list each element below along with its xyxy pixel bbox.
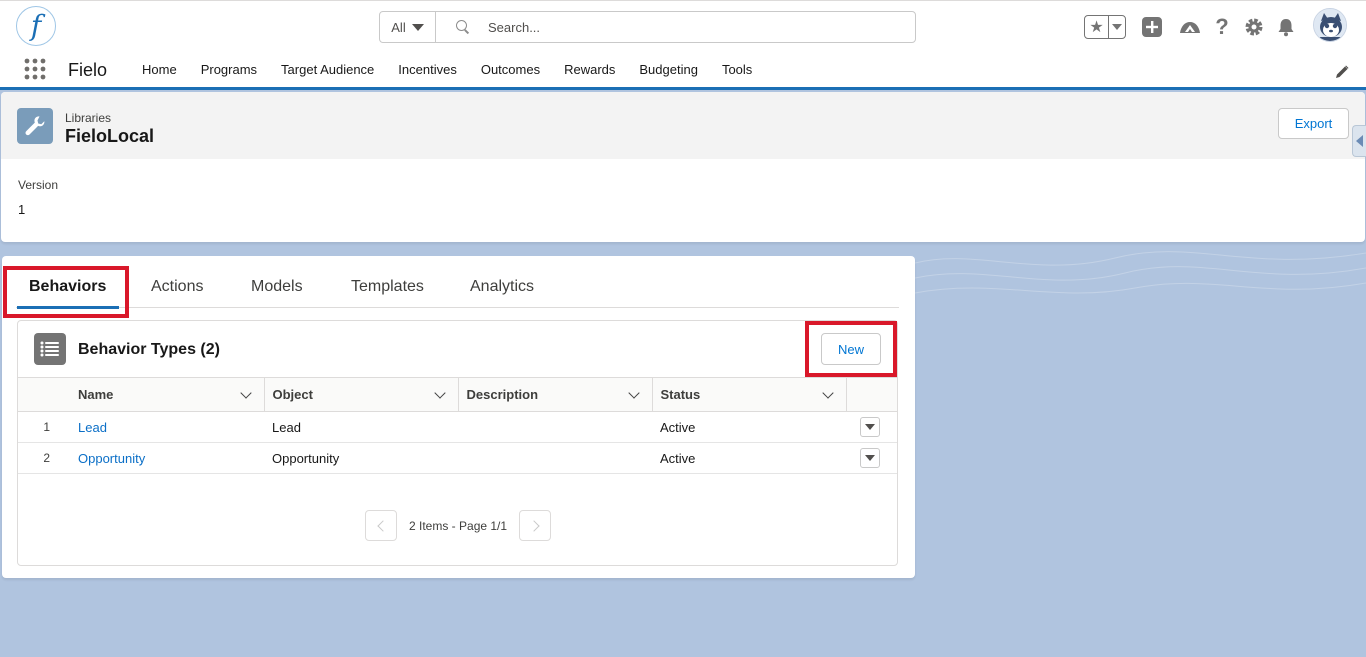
background-contour-pattern: [915, 251, 1366, 294]
column-header-label: Status: [660, 387, 701, 402]
column-header-label: Object: [272, 387, 313, 402]
list-icon: [34, 333, 66, 365]
column-header-name[interactable]: Name: [70, 377, 264, 412]
nav-item-tools[interactable]: Tools: [710, 52, 764, 87]
tab-bar: Behaviors Actions Models Templates Analy…: [16, 264, 899, 309]
pagination-text: 2 Items - Page 1/1: [409, 518, 508, 533]
column-header-description[interactable]: Description: [457, 377, 652, 412]
utility-panel-toggle[interactable]: [1352, 125, 1366, 157]
notifications-bell-icon[interactable]: [1274, 15, 1298, 39]
row-actions-button[interactable]: [860, 448, 880, 468]
column-header-object[interactable]: Object: [263, 377, 458, 412]
behavior-types-table: Name Object Description Status 1 Lead Le…: [18, 377, 897, 474]
help-icon[interactable]: ?: [1210, 14, 1234, 39]
name-cell: Lead: [70, 411, 264, 443]
nav-item-target-audience[interactable]: Target Audience: [269, 52, 386, 87]
export-button[interactable]: Export: [1278, 108, 1349, 139]
nav-item-budgeting[interactable]: Budgeting: [627, 52, 710, 87]
column-header-label: Description: [466, 387, 539, 402]
status-cell: Active: [652, 411, 846, 443]
row-actions-header: [845, 377, 897, 412]
trailhead-icon[interactable]: [1178, 15, 1202, 39]
app-name: Fielo: [68, 60, 108, 80]
chevron-down-icon[interactable]: [821, 387, 834, 399]
name-cell: Opportunity: [70, 442, 264, 474]
search-icon: [456, 20, 470, 34]
object-cell: Opportunity: [264, 442, 458, 474]
global-search: All: [379, 11, 916, 43]
pagination: 2 Items - Page 1/1: [365, 510, 552, 541]
favorites-group: ★: [1084, 15, 1126, 39]
chevron-down-icon: [865, 424, 875, 430]
search-scope-dropdown[interactable]: All: [380, 12, 436, 42]
nav-item-rewards[interactable]: Rewards: [552, 52, 627, 87]
app-launcher-icon[interactable]: [24, 58, 46, 80]
search-input[interactable]: [488, 12, 888, 42]
version-field-value: 1: [18, 202, 26, 217]
chevron-down-icon[interactable]: [433, 387, 446, 399]
nav-items: Home Programs Target Audience Incentives…: [130, 52, 764, 87]
tab-analytics[interactable]: Analytics: [470, 264, 534, 308]
nav-item-home[interactable]: Home: [130, 52, 189, 87]
version-field-label: Version: [18, 178, 59, 192]
table-row: 1 Lead Lead Active: [18, 411, 897, 443]
nav-item-outcomes[interactable]: Outcomes: [469, 52, 552, 87]
row-actions-cell: [846, 442, 897, 474]
chevron-down-icon: [1112, 24, 1122, 30]
edit-nav-pencil-icon[interactable]: [1334, 64, 1350, 80]
description-cell: [458, 411, 652, 443]
tab-models[interactable]: Models: [251, 264, 303, 308]
new-button-highlight-box: [805, 321, 897, 377]
logo-letter: f: [30, 9, 42, 42]
row-number: 2: [18, 442, 70, 474]
nav-item-incentives[interactable]: Incentives: [386, 52, 469, 87]
object-cell: Lead: [264, 411, 458, 443]
column-header-status[interactable]: Status: [651, 377, 846, 412]
next-page-button[interactable]: [519, 510, 552, 541]
behavior-types-related-list: Behavior Types (2) New Name Object Descr…: [17, 320, 898, 566]
fielo-logo[interactable]: f: [16, 6, 56, 46]
chevron-down-icon: [411, 23, 424, 31]
record-link[interactable]: Lead: [78, 420, 107, 435]
favorites-star-icon[interactable]: ★: [1085, 16, 1109, 38]
chevron-left-icon: [376, 519, 389, 532]
nav-item-programs[interactable]: Programs: [189, 52, 269, 87]
column-header-label: Name: [78, 387, 114, 402]
chevron-down-icon: [865, 455, 875, 461]
wrench-icon: [17, 108, 53, 144]
record-object-type: Libraries: [65, 111, 112, 125]
setup-gear-icon[interactable]: [1242, 15, 1266, 39]
chevron-right-icon: [527, 519, 540, 532]
user-avatar[interactable]: [1313, 8, 1347, 42]
row-actions-button[interactable]: [860, 417, 880, 437]
record-header-card: Libraries FieloLocal Export Version 1: [1, 92, 1365, 242]
previous-page-button[interactable]: [365, 510, 397, 541]
favorites-list-button[interactable]: [1109, 16, 1125, 38]
tab-templates[interactable]: Templates: [351, 264, 424, 308]
record-link[interactable]: Opportunity: [78, 451, 145, 466]
status-cell: Active: [652, 442, 846, 474]
description-cell: [458, 442, 652, 474]
chevron-down-icon[interactable]: [239, 387, 252, 399]
tab-actions[interactable]: Actions: [151, 264, 203, 308]
record-header: Libraries FieloLocal Export: [1, 92, 1365, 159]
global-actions-icon[interactable]: [1140, 15, 1164, 39]
related-list-title: Behavior Types (2): [78, 341, 220, 358]
row-number-header: [18, 377, 70, 412]
row-actions-cell: [846, 411, 897, 443]
row-number: 1: [18, 411, 70, 443]
table-row: 2 Opportunity Opportunity Active: [18, 442, 897, 474]
search-scope-label: All: [391, 19, 406, 35]
global-header: f All ★ ?: [0, 0, 1366, 52]
app-nav-bar: Fielo Home Programs Target Audience Ince…: [0, 52, 1366, 90]
record-title: FieloLocal: [65, 126, 155, 146]
tab-highlight-box: [3, 266, 129, 318]
chevron-down-icon[interactable]: [627, 387, 640, 399]
table-header-row: Name Object Description Status: [18, 377, 897, 412]
